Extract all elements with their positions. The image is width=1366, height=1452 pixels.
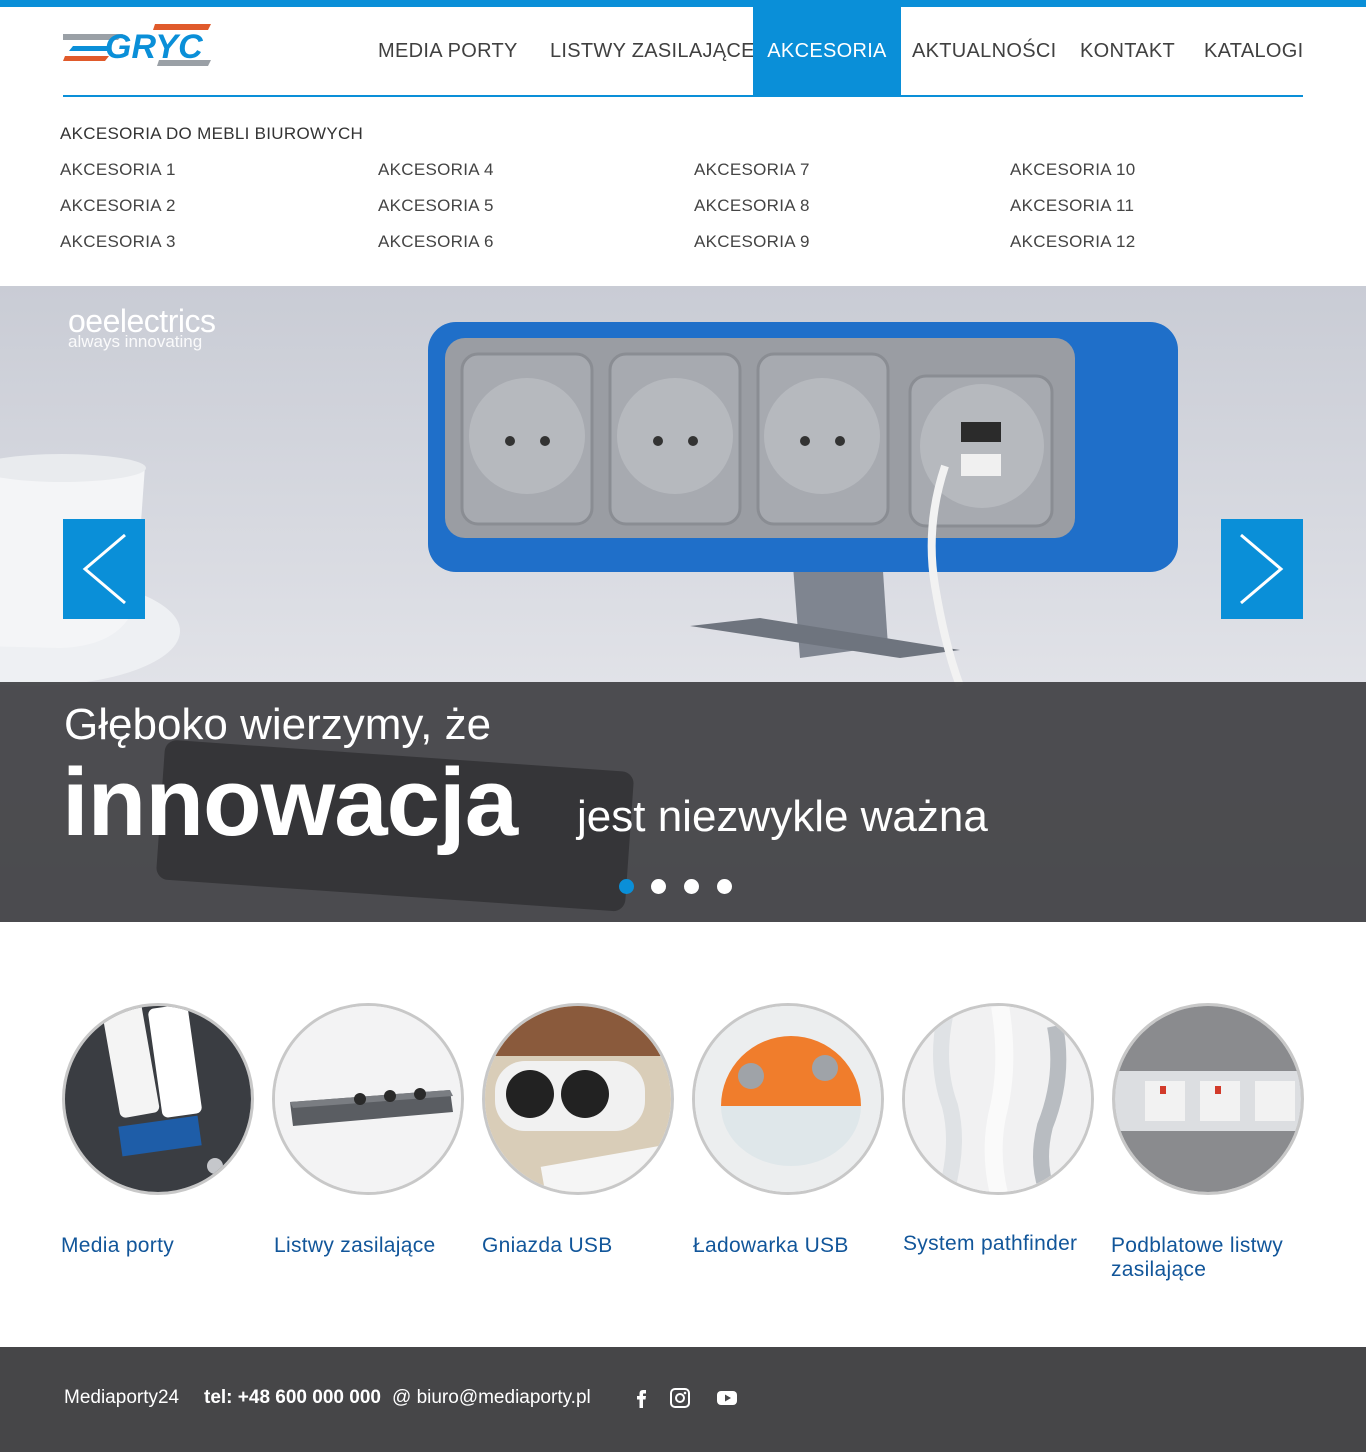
facebook-icon[interactable] [630, 1387, 652, 1409]
category-image-media-porty[interactable] [62, 1003, 254, 1195]
slider-dot-1[interactable] [619, 879, 634, 894]
hero-caption-emphasis: innowacja [62, 749, 518, 856]
instagram-icon[interactable] [669, 1387, 691, 1409]
usb-charger-image [695, 1006, 881, 1192]
category-link-listwy-zasilajace[interactable]: Listwy zasilające [274, 1234, 436, 1258]
category-link-media-porty[interactable]: Media porty [61, 1234, 174, 1258]
power-strip-image [275, 1006, 461, 1192]
slider-prev-button[interactable] [63, 519, 145, 619]
category-link-ladowarka-usb[interactable]: Ładowarka USB [693, 1234, 849, 1258]
footer-site-name: Mediaporty24 [64, 1387, 180, 1408]
category-link-system-pathfinder[interactable]: System pathfinder [903, 1232, 1077, 1256]
mega-menu-link[interactable]: AKCESORIA 9 [694, 232, 810, 252]
slider-dot-4[interactable] [717, 879, 732, 894]
mega-menu-link[interactable]: AKCESORIA 8 [694, 196, 810, 216]
nav-listwy-zasilajace[interactable]: LISTWY ZASILAJĄCE [550, 7, 754, 95]
category-image-system-pathfinder[interactable] [902, 1003, 1094, 1195]
underdesk-strip-image [1115, 1006, 1301, 1192]
logo-graphic: GRYC [63, 24, 211, 66]
mega-menu-link[interactable]: AKCESORIA 11 [1010, 196, 1134, 216]
media-port-image [65, 1006, 251, 1192]
hero-caption-line2: jest niezwykle ważna [577, 792, 988, 841]
logo-text: GRYC [105, 28, 203, 66]
mega-menu-link[interactable]: AKCESORIA 7 [694, 160, 810, 180]
cable-pathfinder-image [905, 1006, 1091, 1192]
nav-media-porty[interactable]: MEDIA PORTY [378, 7, 517, 95]
mega-menu-link[interactable]: AKCESORIA 12 [1010, 232, 1136, 252]
category-link-podblatowe-listwy[interactable]: Podblatowe listwy zasilające [1111, 1234, 1301, 1282]
category-image-podblatowe-listwy[interactable] [1112, 1003, 1304, 1195]
mega-menu-link[interactable]: AKCESORIA 6 [378, 232, 494, 252]
slider-dot-2[interactable] [651, 879, 666, 894]
slider-next-button[interactable] [1221, 519, 1303, 619]
mega-menu-link[interactable]: AKCESORIA 2 [60, 196, 176, 216]
mega-menu-link[interactable]: AKCESORIA 5 [378, 196, 494, 216]
top-accent-bar [0, 0, 1366, 7]
category-image-ladowarka-usb[interactable] [692, 1003, 884, 1195]
footer-email[interactable]: @ biuro@mediaporty.pl [392, 1387, 591, 1409]
footer-phone[interactable]: tel: +48 600 000 000 [204, 1387, 381, 1409]
mega-menu-title: AKCESORIA DO MEBLI BIUROWYCH [60, 124, 364, 143]
category-link-gniazda-usb[interactable]: Gniazda USB [482, 1234, 613, 1258]
nav-aktualnosci[interactable]: AKTUALNOŚCI [912, 7, 1056, 95]
category-image-gniazda-usb[interactable] [482, 1003, 674, 1195]
category-image-listwy-zasilajace[interactable] [272, 1003, 464, 1195]
mega-menu-link[interactable]: AKCESORIA 1 [60, 160, 176, 180]
usb-socket-image [485, 1006, 671, 1192]
youtube-icon[interactable] [716, 1387, 738, 1409]
mega-menu-link[interactable]: AKCESORIA 3 [60, 232, 176, 252]
nav-divider [63, 95, 1303, 97]
chevron-right-icon [1240, 533, 1284, 605]
nav-kontakt[interactable]: KONTAKT [1080, 7, 1176, 95]
chevron-left-icon [82, 533, 126, 605]
mega-menu-link[interactable]: AKCESORIA 4 [378, 160, 494, 180]
nav-katalogi[interactable]: KATALOGI [1204, 7, 1304, 95]
site-logo[interactable]: GRYC [63, 20, 213, 72]
hero-brand-tagline: always innovating [68, 332, 203, 351]
hero-caption-line1: Głęboko wierzymy, że [64, 700, 492, 749]
slider-dot-3[interactable] [684, 879, 699, 894]
mega-menu-link[interactable]: AKCESORIA 10 [1010, 160, 1136, 180]
nav-akcesoria[interactable]: AKCESORIA [753, 7, 901, 95]
